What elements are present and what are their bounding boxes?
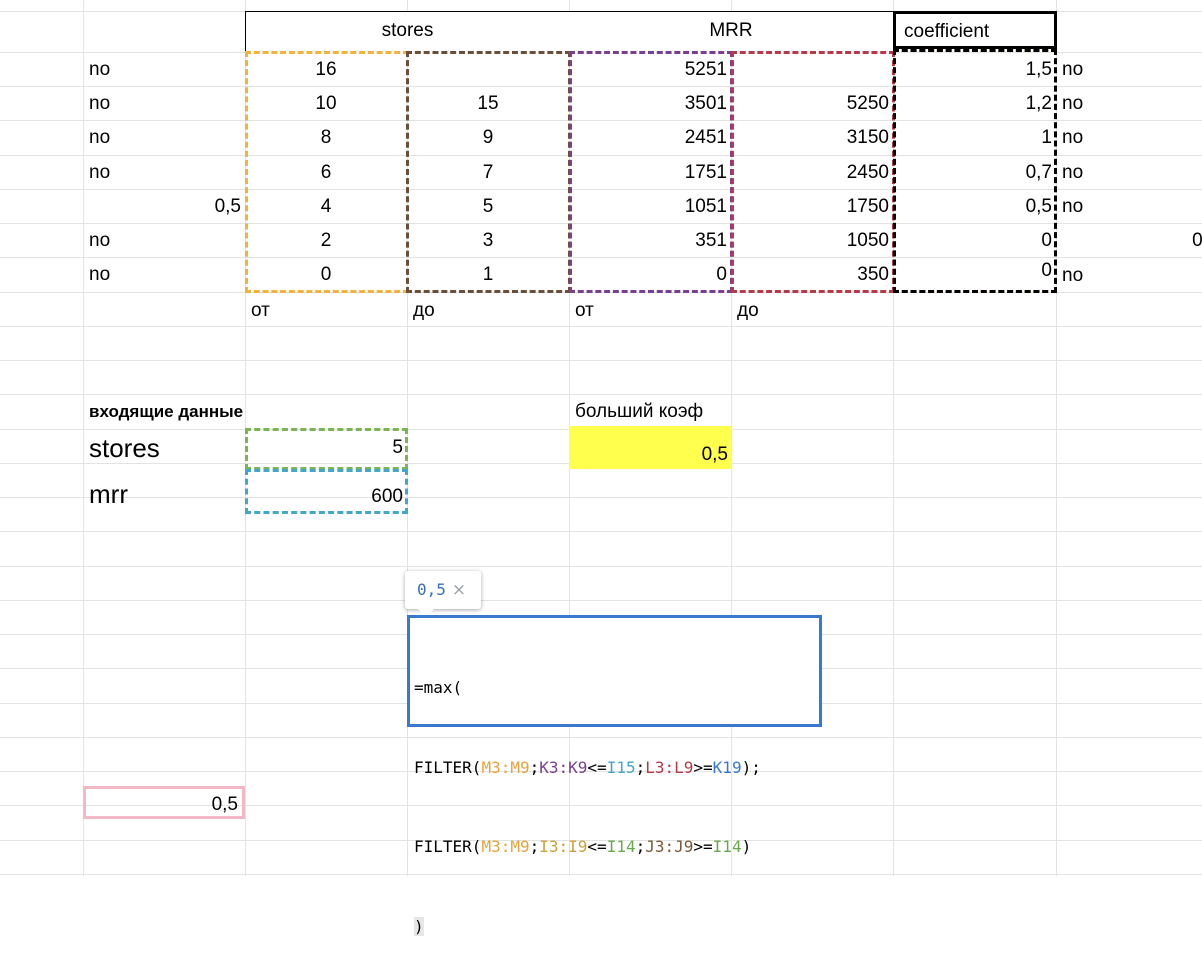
header-coefficient[interactable]: coefficient xyxy=(893,11,1057,49)
cell-flag[interactable]: no xyxy=(1058,259,1202,293)
cell-coefficient[interactable]: 0 xyxy=(893,224,1056,258)
row-label[interactable]: no xyxy=(83,121,245,155)
formula-line-4: ) xyxy=(414,916,424,936)
row-label[interactable]: no xyxy=(83,258,245,292)
cell-stores-to[interactable]: 9 xyxy=(407,121,569,155)
cell-stores-from[interactable]: 16 xyxy=(245,53,407,87)
cell-mrr-to[interactable]: 2450 xyxy=(731,156,893,190)
cell-stores-to[interactable]: 1 xyxy=(407,258,569,292)
formula-line-1: =max( xyxy=(414,678,463,697)
input-mrr-value[interactable]: 600 xyxy=(245,480,407,514)
cell-coefficient[interactable]: 0 xyxy=(893,254,1056,288)
cell-mrr-from[interactable]: 5251 xyxy=(569,53,731,87)
cell-flag[interactable]: no xyxy=(1058,156,1202,190)
cell-coefficient[interactable]: 1,2 xyxy=(893,87,1056,121)
subheader-mrr-from[interactable]: от xyxy=(569,294,731,328)
cell-flag[interactable]: no xyxy=(1058,190,1202,224)
cell-flag[interactable]: no xyxy=(1058,53,1202,87)
formula-result-tooltip: 0,5 × xyxy=(405,571,481,617)
header-stores[interactable]: stores xyxy=(245,11,570,53)
header-mrr[interactable]: MRR xyxy=(569,11,894,53)
cell-stores-to[interactable]: 7 xyxy=(407,156,569,190)
cell-stores-from[interactable]: 4 xyxy=(245,190,407,224)
cell-mrr-from[interactable]: 351 xyxy=(569,224,731,258)
cell-flag[interactable]: no xyxy=(1058,87,1202,121)
cell-coefficient[interactable]: 0,5 xyxy=(893,190,1056,224)
row-label[interactable]: no xyxy=(83,224,245,258)
row-label[interactable]: 0,5 xyxy=(83,190,245,224)
input-stores-label[interactable]: stores xyxy=(89,431,239,465)
cell-stores-from[interactable]: 8 xyxy=(245,121,407,155)
input-mrr-label[interactable]: mrr xyxy=(89,477,239,511)
cell-coefficient[interactable]: 1,5 xyxy=(893,53,1056,87)
cell-mrr-to[interactable]: 1750 xyxy=(731,190,893,224)
cell-mrr-from[interactable]: 2451 xyxy=(569,121,731,155)
cell-stores-from[interactable]: 2 xyxy=(245,224,407,258)
tooltip-value: 0,5 xyxy=(417,580,446,599)
cell-stores-from[interactable]: 0 xyxy=(245,258,407,292)
cell-stores-from[interactable]: 6 xyxy=(245,156,407,190)
cell-mrr-to[interactable]: 3150 xyxy=(731,121,893,155)
cell-mrr-from[interactable]: 1751 xyxy=(569,156,731,190)
cell-flag[interactable]: 0, xyxy=(1058,224,1202,258)
cell-mrr-to[interactable] xyxy=(731,53,893,87)
subheader-mrr-to[interactable]: до xyxy=(731,294,893,328)
subheader-stores-from[interactable]: от xyxy=(245,294,407,328)
cell-mrr-from[interactable]: 1051 xyxy=(569,190,731,224)
row-label[interactable]: no xyxy=(83,53,245,87)
formula-editor[interactable]: =max( FILTER(M3:M9;K3:K9<=I15;L3:L9>=K19… xyxy=(407,615,822,936)
cell-mrr-from[interactable]: 3501 xyxy=(569,87,731,121)
result-value[interactable]: 0,5 xyxy=(569,426,732,469)
input-title[interactable]: входящие данные xyxy=(89,395,289,429)
formula-line-2: FILTER(M3:M9;K3:K9<=I15;L3:L9>=K19); xyxy=(414,757,761,777)
cell-mrr-to[interactable]: 1050 xyxy=(731,224,893,258)
formula-line-3: FILTER(M3:M9;I3:I9<=I14;J3:J9>=I14) xyxy=(414,837,752,856)
row-label[interactable]: no xyxy=(83,156,245,190)
cell-stores-to[interactable] xyxy=(407,53,569,87)
cell-flag[interactable]: no xyxy=(1058,121,1202,155)
cell-stores-to[interactable]: 5 xyxy=(407,190,569,224)
bottom-result-cell[interactable]: 0,5 xyxy=(83,786,245,819)
input-stores-value[interactable]: 5 xyxy=(245,431,407,465)
cell-coefficient[interactable]: 1 xyxy=(893,121,1056,155)
subheader-stores-to[interactable]: до xyxy=(407,294,569,328)
cell-mrr-to[interactable]: 5250 xyxy=(731,87,893,121)
cell-stores-from[interactable]: 10 xyxy=(245,87,407,121)
cell-stores-to[interactable]: 15 xyxy=(407,87,569,121)
result-label[interactable]: больший коэф xyxy=(575,395,775,429)
row-label[interactable]: no xyxy=(83,87,245,121)
cell-coefficient[interactable]: 0,7 xyxy=(893,156,1056,190)
close-icon[interactable]: × xyxy=(452,580,466,600)
cell-stores-to[interactable]: 3 xyxy=(407,224,569,258)
cell-mrr-to[interactable]: 350 xyxy=(731,258,893,292)
cell-mrr-from[interactable]: 0 xyxy=(569,258,731,292)
